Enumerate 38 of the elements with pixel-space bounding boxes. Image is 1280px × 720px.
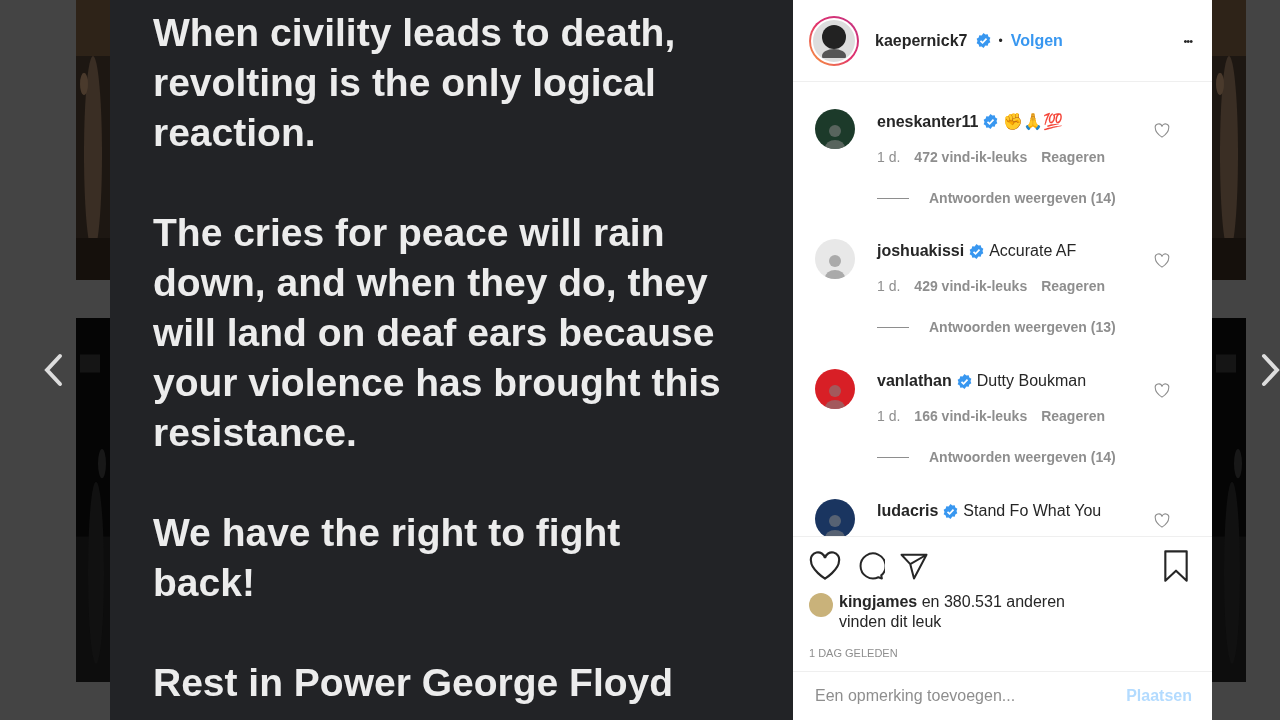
bookmark-icon[interactable]	[1162, 550, 1190, 582]
comment-text: Stand Fo What You	[963, 502, 1102, 520]
username[interactable]: eneskanter11	[877, 112, 979, 131]
reply-button[interactable]: Reageren	[1041, 149, 1105, 165]
view-replies-button[interactable]: Antwoorden weergeven (14)	[929, 449, 1116, 465]
more-options-button[interactable]: •••	[1183, 34, 1192, 47]
username[interactable]: kingjames	[839, 593, 918, 610]
follow-button[interactable]: Volgen	[1010, 31, 1063, 50]
likes-count[interactable]: 166 vind-ik-leuks	[914, 408, 1028, 424]
username[interactable]: joshuakissi	[877, 242, 965, 260]
post-date: 1 DAG GELEDEN	[809, 647, 899, 659]
avatar[interactable]	[815, 109, 855, 149]
post-text: Rest in Power George Floyd	[153, 660, 675, 706]
username[interactable]: ludacris	[877, 502, 939, 520]
likes-count[interactable]: 429 vind-ik-leuks	[914, 278, 1028, 294]
share-paper-plane-icon[interactable]	[899, 551, 929, 581]
avatar[interactable]	[815, 499, 855, 536]
username[interactable]: vanlathan	[877, 372, 952, 390]
username[interactable]: kaepernick7	[875, 31, 968, 50]
comment-text: ✊🙏💯	[1003, 112, 1064, 131]
comment-text: Accurate AF	[989, 242, 1077, 260]
comment-time: 1 d.	[877, 278, 901, 294]
reply-button[interactable]: Reageren	[1041, 408, 1105, 424]
separator-dot: •	[998, 33, 1003, 48]
comment-time: 1 d.	[877, 408, 901, 424]
like-heart-icon[interactable]	[809, 551, 841, 581]
comment-text: Dutty Boukman	[976, 372, 1087, 390]
likes-summary: en 380.531 anderen	[921, 593, 1065, 610]
avatar[interactable]	[809, 15, 859, 66]
post-text: We have the right to fight back!	[153, 510, 622, 606]
post-text: The cries for peace will rain down, and when they do, they will land on deaf ears because your violence has brought this resistance.	[153, 210, 722, 456]
post-text: When civility leads to death, revolting is the only logical reaction.	[153, 10, 677, 156]
reply-button[interactable]: Reageren	[1041, 278, 1105, 294]
view-replies-button[interactable]: Antwoorden weergeven (14)	[929, 190, 1116, 206]
comment-time: 1 d.	[877, 149, 901, 165]
likes-count[interactable]: 472 vind-ik-leuks	[914, 149, 1028, 165]
likes-summary: vinden dit leuk	[839, 613, 943, 631]
view-replies-button[interactable]: Antwoorden weergeven (13)	[929, 319, 1116, 335]
